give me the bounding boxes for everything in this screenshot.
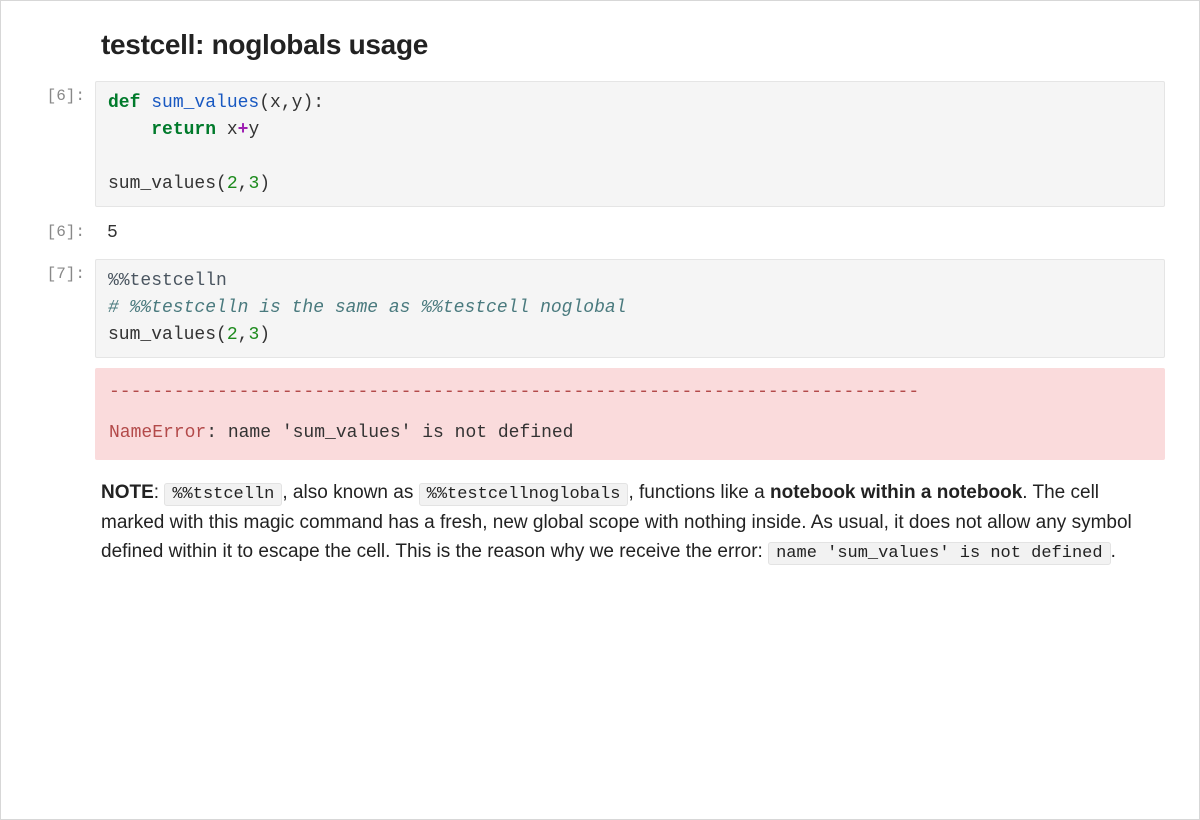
output-value: 5 <box>95 217 1165 249</box>
inline-code: name 'sum_values' is not defined <box>768 542 1110 565</box>
cell-body: %%testcelln # %%testcelln is the same as… <box>95 259 1165 460</box>
section-heading: testcell: noglobals usage <box>101 29 1165 61</box>
code-text: (x,y): <box>259 93 324 113</box>
code-editor[interactable]: def sum_values(x,y): return x+y sum_valu… <box>95 81 1165 207</box>
note-label: NOTE <box>101 482 154 503</box>
code-indent <box>108 120 151 140</box>
notebook-page: testcell: noglobals usage [6]: def sum_v… <box>0 0 1200 820</box>
cell-body: def sum_values(x,y): return x+y sum_valu… <box>95 81 1165 207</box>
operator-plus: + <box>238 120 249 140</box>
execution-prompt: [7]: <box>35 259 95 283</box>
markdown-note: NOTE: %%tstcelln, also known as %%testce… <box>101 478 1165 568</box>
number-literal: 3 <box>248 174 259 194</box>
execution-prompt: [6]: <box>35 81 95 105</box>
code-text: sum_values( <box>108 325 227 345</box>
keyword-return: return <box>151 120 216 140</box>
input-cell: [7]: %%testcelln # %%testcelln is the sa… <box>35 259 1165 460</box>
keyword-def: def <box>108 93 140 113</box>
note-text: , also known as <box>282 482 418 503</box>
number-literal: 2 <box>227 174 238 194</box>
error-separator: ----------------------------------------… <box>109 378 1151 407</box>
number-literal: 2 <box>227 325 238 345</box>
error-output: ----------------------------------------… <box>95 368 1165 460</box>
cell-body: 5 <box>95 217 1165 249</box>
cell-magic: %%testcelln <box>108 271 227 291</box>
error-message: NameError: name 'sum_values' is not defi… <box>109 419 1151 448</box>
code-text: y <box>248 120 259 140</box>
error-detail: : name 'sum_values' is not defined <box>206 423 573 443</box>
note-bold: notebook within a notebook <box>770 482 1022 503</box>
code-editor[interactable]: %%testcelln # %%testcelln is the same as… <box>95 259 1165 358</box>
code-text: , <box>238 325 249 345</box>
note-text: , functions like a <box>628 482 770 503</box>
input-cell: [6]: def sum_values(x,y): return x+y sum… <box>35 81 1165 207</box>
code-text: x <box>216 120 238 140</box>
note-text: . <box>1111 541 1116 562</box>
code-comment: # %%testcelln is the same as %%testcell … <box>108 298 626 318</box>
code-text: ) <box>259 174 270 194</box>
inline-code: %%testcellnoglobals <box>419 483 629 506</box>
output-cell: [6]: 5 <box>35 217 1165 249</box>
code-text: , <box>238 174 249 194</box>
inline-code: %%tstcelln <box>164 483 282 506</box>
code-text: sum_values( <box>108 174 227 194</box>
function-name: sum_values <box>151 93 259 113</box>
code-text: ) <box>259 325 270 345</box>
execution-prompt: [6]: <box>35 217 95 241</box>
error-type: NameError <box>109 423 206 443</box>
number-literal: 3 <box>248 325 259 345</box>
